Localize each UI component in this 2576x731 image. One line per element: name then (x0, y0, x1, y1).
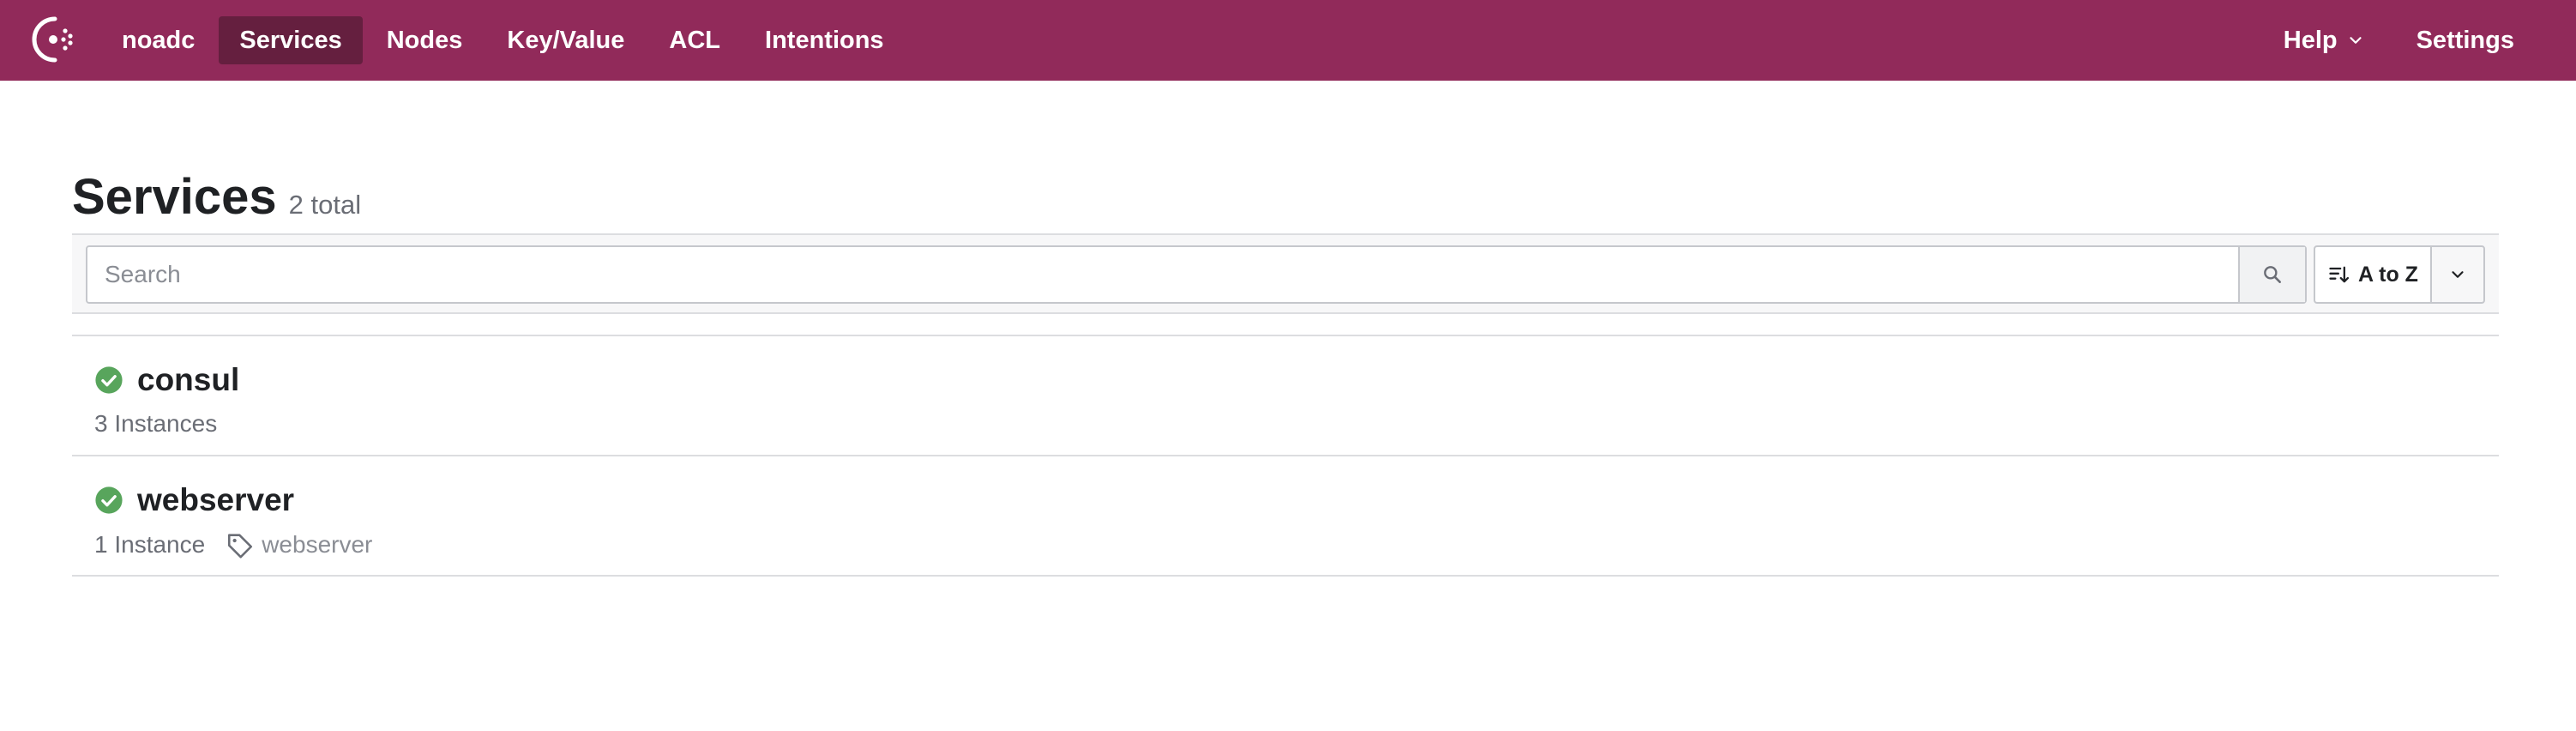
consul-logo-icon[interactable] (27, 12, 82, 67)
services-total-count: 2 total (288, 190, 362, 220)
filter-toolbar: A to Z (72, 233, 2499, 314)
main-nav: noadc Services Nodes Key/Value ACL Inten… (101, 0, 908, 81)
check-circle-icon (95, 486, 123, 514)
search-box (86, 245, 2307, 304)
nav-item-acl[interactable]: ACL (648, 16, 741, 64)
page-title: Services (72, 169, 277, 225)
settings-link[interactable]: Settings (2396, 16, 2535, 64)
chevron-down-icon (2349, 37, 2362, 44)
nav-item-intentions[interactable]: Intentions (744, 16, 905, 64)
tag-label: webserver (262, 531, 373, 558)
search-input[interactable] (87, 247, 2238, 302)
service-row-header: consul (94, 362, 239, 398)
service-meta: 3 Instances (94, 410, 217, 438)
sort-label: A to Z (2358, 262, 2418, 287)
tag-icon (228, 534, 253, 559)
help-menu[interactable]: Help (2263, 16, 2386, 64)
service-row-consul[interactable]: consul 3 Instances (72, 336, 2499, 456)
sort-control: A to Z (2314, 245, 2485, 304)
secondary-nav: Help Settings (2253, 0, 2535, 81)
nav-datacenter[interactable]: noadc (101, 16, 215, 64)
service-row-header: webserver (94, 482, 294, 518)
service-name-link[interactable]: webserver (137, 482, 294, 518)
nav-item-services[interactable]: Services (219, 16, 363, 64)
sort-button[interactable]: A to Z (2315, 247, 2430, 302)
page-header: Services 2 total (72, 168, 361, 226)
sort-icon (2329, 266, 2350, 283)
search-icon (2264, 266, 2281, 283)
service-row-webserver[interactable]: webserver 1 Instance webserver (72, 456, 2499, 577)
nav-item-nodes[interactable]: Nodes (366, 16, 484, 64)
help-label: Help (2283, 26, 2338, 54)
check-circle-icon (95, 366, 123, 394)
service-tag: webserver (226, 530, 372, 559)
service-list: consul 3 Instances webserver 1 Instance … (72, 335, 2499, 577)
instance-count: 1 Instance (94, 531, 206, 558)
service-meta: 1 Instance webserver (94, 530, 372, 559)
service-name-link[interactable]: consul (137, 362, 239, 398)
chevron-down-icon (2452, 271, 2464, 278)
search-button[interactable] (2238, 247, 2305, 302)
nav-item-key-value[interactable]: Key/Value (486, 16, 645, 64)
instance-count: 3 Instances (94, 410, 218, 437)
sort-dropdown-toggle[interactable] (2430, 247, 2483, 302)
top-nav: noadc Services Nodes Key/Value ACL Inten… (0, 0, 2576, 81)
